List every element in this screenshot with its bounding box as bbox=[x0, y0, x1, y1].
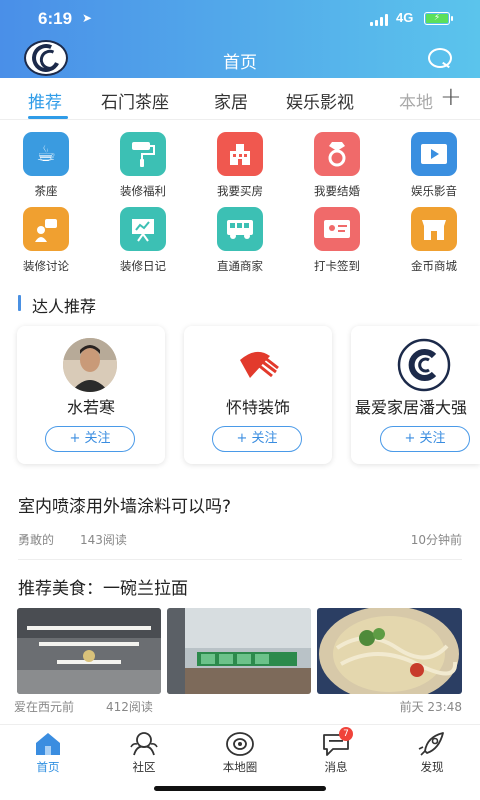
category-label: 装修福利 bbox=[120, 184, 166, 198]
article-title[interactable]: 室内喷漆用外墙涂料可以吗? bbox=[18, 492, 231, 517]
article-time: 前天 23:48 bbox=[399, 700, 462, 714]
nav-community[interactable]: 社区 bbox=[109, 731, 179, 775]
battery-icon: ⚡ bbox=[424, 12, 453, 25]
follow-button[interactable]: + 关注 bbox=[212, 426, 302, 452]
article-author: 勇敢的 bbox=[18, 533, 55, 547]
avatar bbox=[63, 338, 117, 392]
category-decor-diary[interactable]: 装修日记 bbox=[103, 207, 183, 279]
category-label: 我要结婚 bbox=[314, 184, 360, 198]
whiteboard-icon bbox=[120, 207, 166, 251]
nav-label: 本地圈 bbox=[222, 760, 258, 774]
status-bar: 6:19 ➤ 4G ⚡ bbox=[0, 0, 480, 38]
coffee-cup-icon: ☕ bbox=[23, 132, 69, 176]
location-arrow-icon: ➤ bbox=[82, 11, 93, 25]
expert-card[interactable]: 怀特装饰 + 关注 bbox=[184, 326, 332, 464]
nav-home[interactable]: 首页 bbox=[13, 731, 83, 775]
category-label: 娱乐影音 bbox=[411, 184, 457, 198]
tab-local[interactable]: 本地 bbox=[399, 88, 433, 113]
follow-button[interactable]: + 关注 bbox=[45, 426, 135, 452]
category-decor-benefits[interactable]: 装修福利 bbox=[103, 132, 183, 204]
expert-name: 怀特装饰 bbox=[225, 398, 290, 417]
home-icon bbox=[33, 731, 63, 757]
nav-messages[interactable]: 7 消息 bbox=[301, 727, 371, 775]
nav-discover[interactable]: 发现 bbox=[397, 731, 467, 775]
nav-label: 消息 bbox=[324, 760, 348, 774]
category-label: 金币商城 bbox=[411, 259, 457, 273]
article-image[interactable] bbox=[317, 608, 462, 694]
add-tab-button[interactable]: + bbox=[440, 82, 462, 112]
unread-badge: 7 bbox=[339, 727, 353, 741]
article-image[interactable] bbox=[17, 608, 161, 694]
id-card-icon bbox=[314, 207, 360, 251]
follow-button[interactable]: + 关注 bbox=[380, 426, 470, 452]
divider bbox=[18, 559, 462, 560]
nav-local-circle[interactable]: 本地圈 bbox=[205, 731, 275, 775]
category-label: 装修日记 bbox=[120, 259, 166, 273]
tab-entertainment[interactable]: 娱乐影视 bbox=[286, 88, 354, 113]
shop-icon bbox=[411, 207, 457, 251]
page-title: 首页 bbox=[223, 53, 257, 73]
article-reads: 412阅读 bbox=[106, 700, 153, 714]
category-wedding[interactable]: 我要结婚 bbox=[297, 132, 377, 204]
category-coin-mall[interactable]: 金币商城 bbox=[394, 207, 474, 279]
bus-icon bbox=[217, 207, 263, 251]
channel-tabs: 推荐 石门茶座 家居 娱乐影视 本地 + bbox=[0, 78, 480, 120]
category-decor-discussion[interactable]: 装修讨论 bbox=[6, 207, 86, 279]
ring-icon bbox=[314, 132, 360, 176]
search-button[interactable] bbox=[428, 48, 452, 70]
category-entertainment[interactable]: 娱乐影音 bbox=[394, 132, 474, 204]
signal-icon bbox=[370, 14, 392, 26]
tab-home-furnishing[interactable]: 家居 bbox=[214, 88, 248, 113]
category-label: 茶座 bbox=[34, 184, 58, 198]
section-accent-bar bbox=[18, 295, 21, 311]
section-title: 达人推荐 bbox=[32, 297, 97, 316]
video-icon bbox=[411, 132, 457, 176]
category-buy-house[interactable]: 我要买房 bbox=[200, 132, 280, 204]
status-time: 6:19 bbox=[38, 9, 73, 28]
community-icon bbox=[129, 731, 159, 757]
tab-indicator bbox=[28, 116, 68, 119]
tab-recommend[interactable]: 推荐 bbox=[28, 88, 62, 113]
tab-shimen-teahouse[interactable]: 石门茶座 bbox=[101, 88, 169, 113]
article-image[interactable] bbox=[167, 608, 311, 694]
expert-card[interactable]: 最爱家居潘大强 + 关注 bbox=[351, 326, 480, 464]
rocket-icon bbox=[417, 731, 447, 757]
nav-label: 发现 bbox=[420, 760, 444, 774]
expert-name: 最爱家居潘大强 bbox=[355, 398, 468, 417]
nav-label: 首页 bbox=[36, 760, 60, 774]
nav-label: 社区 bbox=[132, 760, 156, 774]
category-direct-merchant[interactable]: 直通商家 bbox=[200, 207, 280, 279]
category-label: 装修讨论 bbox=[23, 259, 69, 273]
speaker-person-icon bbox=[23, 207, 69, 251]
expert-name: 水若寒 bbox=[66, 398, 115, 417]
article-time: 10分钟前 bbox=[410, 533, 462, 547]
article-author: 爱在西元前 bbox=[14, 700, 75, 714]
category-tea[interactable]: ☕ 茶座 bbox=[6, 132, 86, 204]
avatar bbox=[397, 338, 451, 392]
expert-card[interactable]: 水若寒 + 关注 bbox=[17, 326, 165, 464]
category-label: 我要买房 bbox=[217, 184, 263, 198]
local-circle-icon bbox=[225, 731, 255, 757]
message-icon: 7 bbox=[321, 727, 353, 757]
home-indicator bbox=[154, 786, 326, 791]
category-label: 打卡签到 bbox=[314, 259, 360, 273]
building-icon bbox=[217, 132, 263, 176]
category-checkin[interactable]: 打卡签到 bbox=[297, 207, 377, 279]
category-label: 直通商家 bbox=[217, 259, 263, 273]
paint-roller-icon bbox=[120, 132, 166, 176]
network-type: 4G bbox=[396, 10, 414, 25]
article-reads: 143阅读 bbox=[80, 533, 127, 547]
article-title[interactable]: 推荐美食：一碗兰拉面 bbox=[18, 574, 188, 599]
avatar bbox=[230, 338, 284, 392]
